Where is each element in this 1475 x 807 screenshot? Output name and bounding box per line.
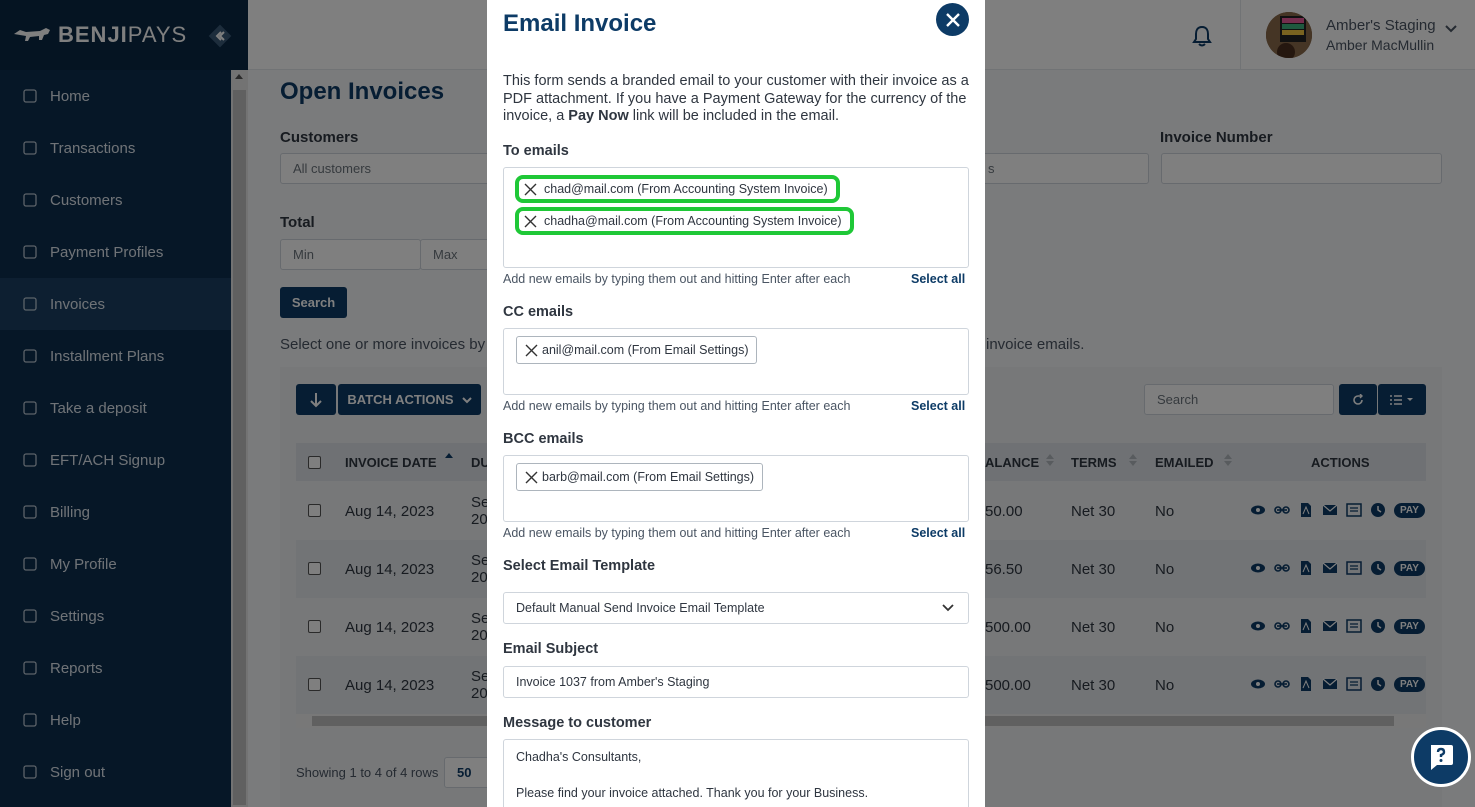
cc-select-all-link[interactable]: Select all xyxy=(911,399,965,413)
cc-emails-field[interactable]: anil@mail.com (From Email Settings) xyxy=(503,328,969,395)
email-template-value: Default Manual Send Invoice Email Templa… xyxy=(516,601,765,615)
help-chat-button[interactable] xyxy=(1411,727,1471,787)
email-tag-label: barb@mail.com (From Email Settings) xyxy=(542,470,755,484)
cc-emails-help: Add new emails by typing them out and hi… xyxy=(503,399,851,413)
cc-emails-label: CC emails xyxy=(503,304,574,320)
remove-tag-icon[interactable] xyxy=(524,183,537,196)
remove-tag-icon[interactable] xyxy=(525,344,538,357)
chat-help-icon xyxy=(1431,745,1453,770)
template-label: Select Email Template xyxy=(503,558,656,574)
to-emails-label: To emails xyxy=(503,143,569,159)
email-subject-input[interactable]: Invoice 1037 from Amber's Staging xyxy=(503,666,969,698)
to-select-all-link[interactable]: Select all xyxy=(911,272,965,286)
email-invoice-modal: Email Invoice This form sends a branded … xyxy=(487,0,985,807)
close-button[interactable] xyxy=(936,3,969,36)
email-tag[interactable]: barb@mail.com (From Email Settings) xyxy=(516,463,764,491)
close-icon xyxy=(945,12,960,27)
bcc-emails-label: BCC emails xyxy=(503,431,584,447)
bcc-select-all-link[interactable]: Select all xyxy=(911,526,965,540)
email-tag[interactable]: anil@mail.com (From Email Settings) xyxy=(516,336,758,364)
email-tag[interactable]: chad@mail.com (From Accounting System In… xyxy=(515,175,840,203)
bcc-emails-help: Add new emails by typing them out and hi… xyxy=(503,526,851,540)
email-tag-label: chadha@mail.com (From Accounting System … xyxy=(544,214,842,228)
modal-description: This form sends a branded email to your … xyxy=(503,73,969,124)
to-emails-help: Add new emails by typing them out and hi… xyxy=(503,272,851,286)
email-tag-label: anil@mail.com (From Email Settings) xyxy=(542,343,749,357)
message-label: Message to customer xyxy=(503,715,652,731)
message-textarea[interactable]: Chadha's Consultants, Please find your i… xyxy=(503,739,969,807)
email-template-select[interactable]: Default Manual Send Invoice Email Templa… xyxy=(503,592,969,624)
email-tag[interactable]: chadha@mail.com (From Accounting System … xyxy=(515,207,854,235)
remove-tag-icon[interactable] xyxy=(524,215,537,228)
subject-label: Email Subject xyxy=(503,641,599,657)
modal-title: Email Invoice xyxy=(503,10,657,37)
chevron-down-icon xyxy=(942,604,954,612)
remove-tag-icon[interactable] xyxy=(525,471,538,484)
email-tag-label: chad@mail.com (From Accounting System In… xyxy=(544,182,828,196)
bcc-emails-field[interactable]: barb@mail.com (From Email Settings) xyxy=(503,455,969,522)
to-emails-field[interactable]: chad@mail.com (From Accounting System In… xyxy=(503,167,969,268)
